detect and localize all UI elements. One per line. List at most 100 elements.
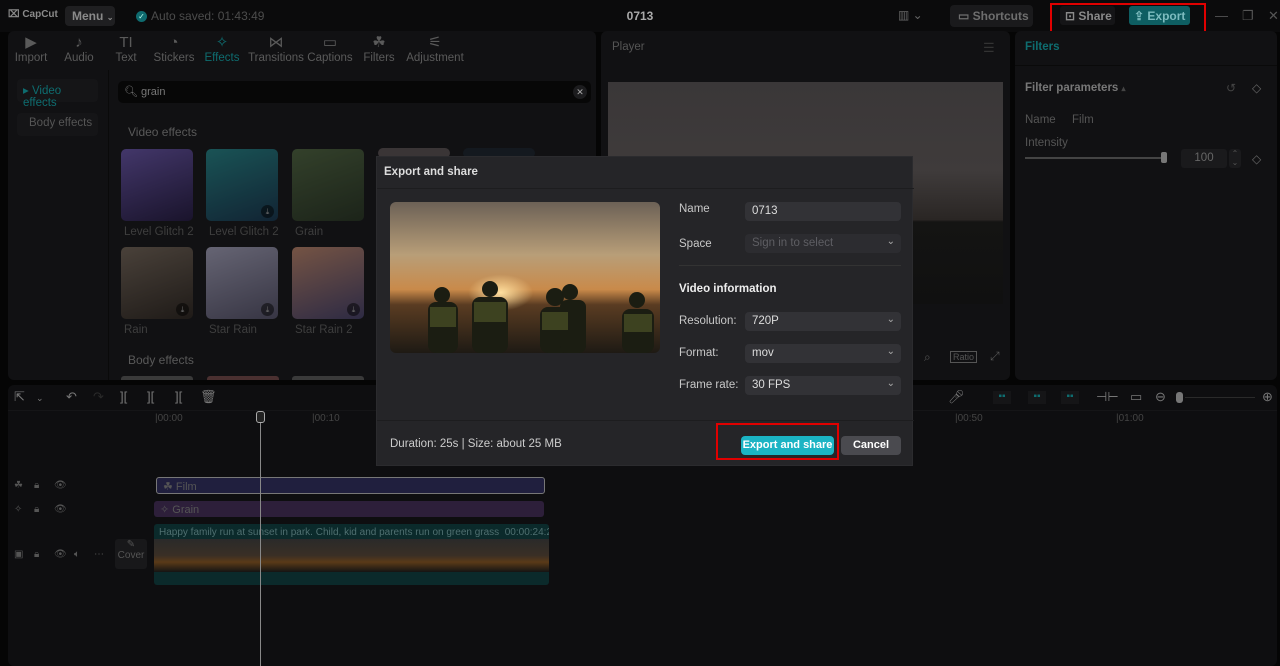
minimize-icon[interactable]: — (1215, 8, 1228, 23)
restore-icon[interactable]: ❐ (1242, 8, 1254, 24)
export-dialog: Export and share Name 0713 Space Sign in… (376, 156, 914, 466)
search-icon: 🔍︎ (124, 86, 138, 98)
divider (1015, 65, 1277, 66)
intensity-slider-handle[interactable] (1161, 152, 1167, 163)
download-icon[interactable]: ⤓ (347, 303, 360, 316)
preview-axis-icon[interactable]: ▭ (1130, 389, 1142, 405)
export-preview (390, 202, 660, 353)
magnet-icon[interactable]: ▪▪ (993, 391, 1011, 404)
microphone-icon[interactable]: 🎤︎ (948, 389, 965, 405)
delete-icon[interactable]: 🗑︎ (200, 389, 217, 405)
download-icon[interactable]: ⤓ (176, 303, 189, 316)
cover-button[interactable]: ✎ Cover (115, 539, 147, 569)
export-button[interactable]: ⇪ Export (1129, 6, 1190, 25)
shortcuts-button[interactable]: ▭ Shortcuts (950, 5, 1033, 27)
effect-track-icon: ✧ (14, 504, 23, 515)
split-left-icon[interactable]: ][ (147, 389, 154, 404)
sidebar-item-video-effects[interactable]: ▸ Video effects (17, 79, 98, 109)
zoom-slider-track[interactable] (1185, 397, 1255, 398)
undo-icon[interactable]: ↶ (66, 389, 77, 405)
format-select[interactable]: mov ⌄ (745, 344, 901, 363)
filter-parameters-heading[interactable]: Filter parameters ▴ (1025, 82, 1126, 94)
name-label: Name (1025, 114, 1056, 126)
download-icon[interactable]: ⤓ (261, 303, 274, 316)
cancel-button[interactable]: Cancel (841, 436, 901, 455)
select-tool-icon[interactable]: ⇱ (14, 389, 25, 405)
export-and-share-button[interactable]: Export and share (741, 436, 834, 455)
effect-thumbnail[interactable] (121, 376, 193, 380)
effect-label: Star Rain (209, 324, 257, 336)
framerate-select[interactable]: 30 FPS ⌄ (745, 376, 901, 395)
keyframe-icon[interactable]: ◇ (1252, 152, 1261, 166)
zoom-slider-handle[interactable] (1176, 392, 1183, 403)
format-label: Format: (679, 347, 719, 359)
tab-filters-inspector[interactable]: Filters (1025, 41, 1060, 53)
layout-icon[interactable]: ▥ ⌄ (898, 8, 923, 22)
share-icon: ⊡ (1065, 9, 1079, 23)
preview-image (390, 202, 660, 353)
sidebar-item-body-effects[interactable]: Body effects (17, 113, 98, 136)
split-right-icon[interactable]: ][ (175, 389, 182, 404)
adjustment-icon: ⚟ (428, 34, 442, 51)
effect-thumbnail[interactable]: ⤓ (121, 247, 193, 319)
zoom-preview-icon[interactable]: ⌕ (924, 350, 931, 365)
tab-adjustment[interactable]: ⚟ Adjustment (406, 33, 464, 64)
redo-icon[interactable]: ↷ (93, 389, 104, 405)
effect-thumbnail[interactable]: ⤓ (206, 149, 278, 221)
speaker-icon[interactable]: 🔈︎ (74, 549, 80, 560)
filter-icon: ☘ (163, 481, 176, 493)
zoom-out-icon[interactable]: ⊖ (1155, 389, 1166, 405)
lock-icon[interactable]: 🔒︎ (34, 504, 39, 515)
intensity-input[interactable]: 100 (1181, 149, 1227, 168)
effect-thumbnail[interactable]: ⤓ (206, 247, 278, 319)
lock-icon[interactable]: 🔒︎ (34, 480, 39, 491)
close-icon[interactable]: ✕ (1268, 8, 1279, 24)
split-icon[interactable]: ][ (120, 389, 127, 404)
filters-icon: ☘ (372, 34, 386, 51)
space-label: Space (679, 238, 712, 250)
intensity-slider-track[interactable] (1025, 157, 1165, 159)
playhead[interactable] (260, 412, 261, 666)
fullscreen-icon[interactable]: ⤢ (990, 349, 1000, 364)
video-clip[interactable]: Happy family run at sunset in park. Chil… (154, 524, 549, 585)
auto-snap-icon[interactable]: ▪▪ (1028, 391, 1046, 404)
more-icon[interactable]: ⋯ (94, 549, 104, 560)
effect-label: Level Glitch 2 (209, 226, 279, 238)
tab-transitions[interactable]: ⋈ Transitions (247, 33, 305, 64)
effect-thumbnail[interactable]: ⤓ (292, 247, 364, 319)
ratio-button[interactable]: Ratio (950, 351, 978, 363)
keyframe-icon[interactable]: ◇ (1252, 81, 1261, 95)
search-input[interactable]: 🔍︎ grain (118, 81, 591, 103)
effect-label: Star Rain 2 (295, 324, 353, 336)
resolution-select[interactable]: 720P ⌄ (745, 312, 901, 331)
link-icon[interactable]: ▪▪ (1061, 391, 1079, 404)
lock-icon[interactable]: 🔒︎ (34, 549, 39, 560)
effect-thumbnail[interactable] (292, 149, 364, 221)
effect-thumbnail[interactable] (121, 149, 193, 221)
chevron-down-icon: ⌄ (886, 346, 895, 357)
tab-filters[interactable]: ☘ Filters (350, 33, 408, 64)
transitions-icon: ⋈ (268, 34, 284, 51)
tab-effects[interactable]: ✧ Effects (193, 33, 251, 64)
effect-clip[interactable]: ✧ Grain (154, 501, 544, 517)
space-select[interactable]: Sign in to select ⌄ (745, 234, 901, 253)
effect-thumbnail[interactable] (292, 376, 364, 380)
eye-icon[interactable]: 👁︎ (54, 549, 67, 560)
share-button[interactable]: ⊡ Share (1060, 6, 1115, 25)
zoom-in-icon[interactable]: ⊕ (1262, 389, 1273, 405)
split-center-icon[interactable]: ⊣⊢ (1096, 389, 1119, 405)
intensity-stepper[interactable]: ⌃ ⌄ (1229, 149, 1241, 168)
reset-icon[interactable]: ↺ (1226, 81, 1236, 95)
video-track-icon: ▣ (14, 549, 24, 560)
playhead-handle[interactable] (256, 411, 265, 423)
eye-icon[interactable]: 👁︎ (54, 504, 67, 515)
player-title: Player (612, 41, 645, 53)
filter-clip[interactable]: ☘ Film (156, 477, 545, 494)
hamburger-icon[interactable]: ☰ (983, 40, 995, 56)
download-icon[interactable]: ⤓ (261, 205, 274, 218)
clear-search-icon[interactable]: ✕ (573, 85, 587, 99)
name-input[interactable]: 0713 (745, 202, 901, 221)
effect-thumbnail[interactable] (207, 376, 279, 380)
eye-icon[interactable]: 👁︎ (54, 480, 67, 491)
chevron-down-icon[interactable]: ⌄ (36, 393, 44, 404)
